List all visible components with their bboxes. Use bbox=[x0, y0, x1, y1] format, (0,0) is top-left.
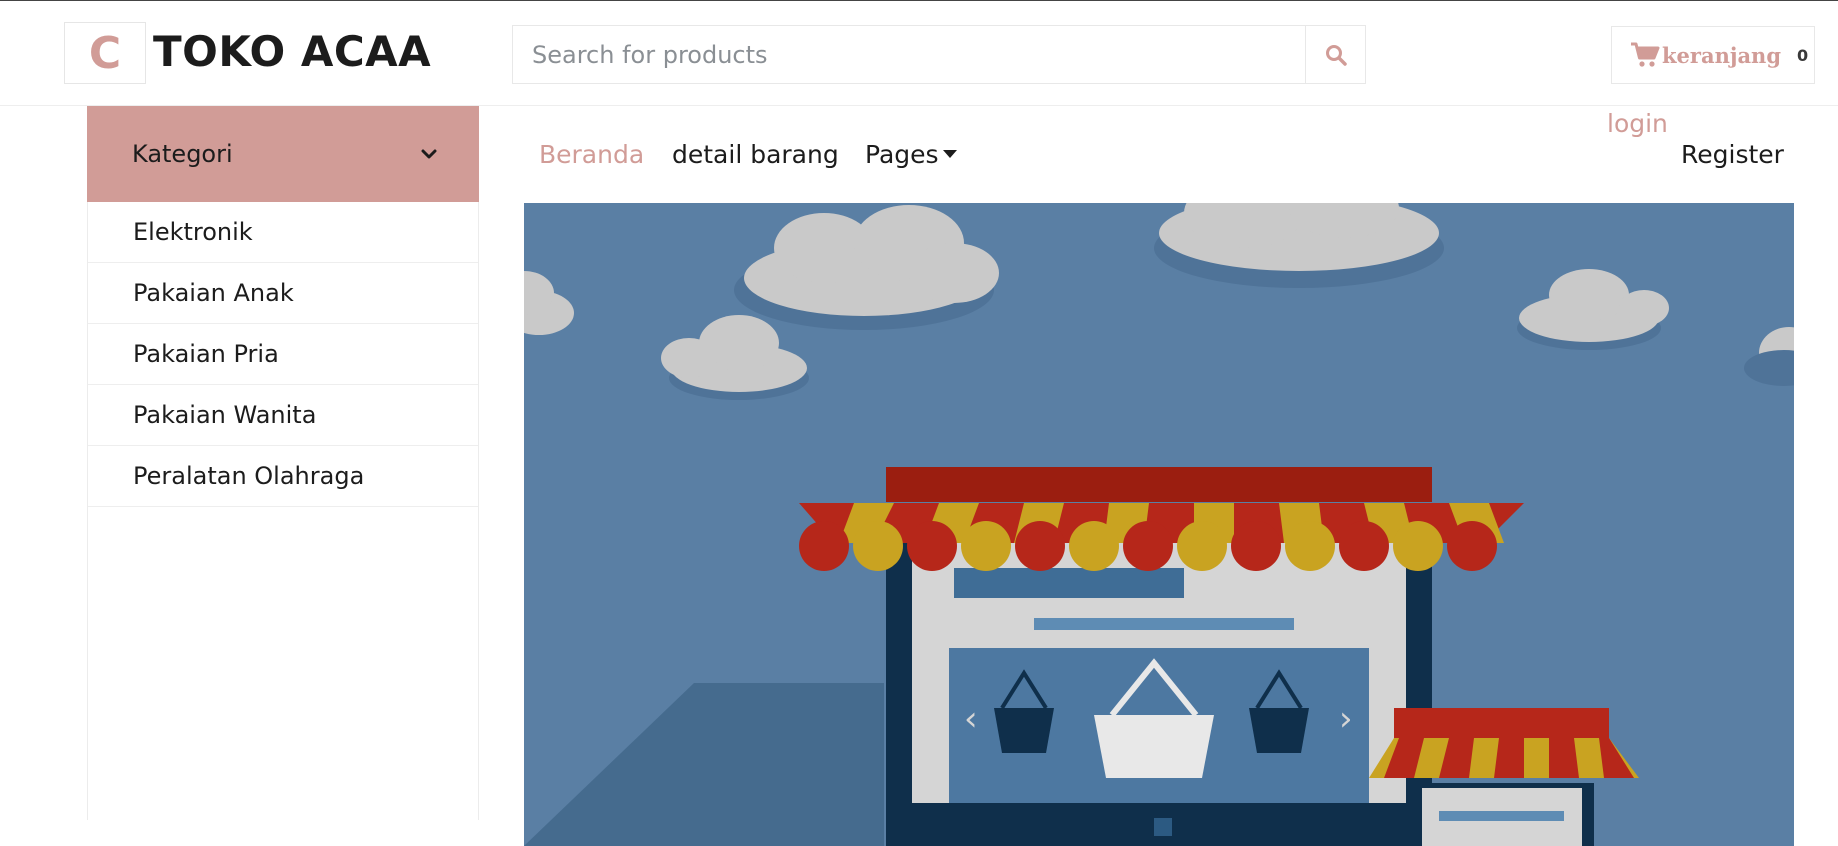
logo-letter: C bbox=[88, 27, 122, 79]
nav-pages-label: Pages bbox=[865, 140, 939, 169]
category-sidebar: Kategori Elektronik Pakaian Anak Pakaian… bbox=[87, 106, 479, 820]
category-item-elektronik[interactable]: Elektronik bbox=[88, 202, 478, 263]
cart-button[interactable]: keranjang 0 bbox=[1611, 26, 1815, 84]
caret-down-icon bbox=[942, 150, 957, 158]
cloud-shape bbox=[1154, 203, 1444, 288]
cart-icon bbox=[1631, 42, 1660, 67]
category-item-peralatan-olahraga[interactable]: Peralatan Olahraga bbox=[88, 446, 478, 507]
search-input[interactable] bbox=[513, 26, 1305, 83]
nav-link-beranda[interactable]: Beranda bbox=[539, 140, 644, 169]
chevron-down-icon bbox=[421, 149, 437, 159]
search-button[interactable] bbox=[1305, 26, 1365, 83]
nav-link-login[interactable]: login bbox=[1607, 109, 1668, 138]
cart-label: keranjang bbox=[1662, 42, 1782, 68]
hero-carousel-banner[interactable]: ‹ › bbox=[524, 203, 1794, 846]
logo-badge[interactable]: C bbox=[64, 22, 146, 84]
category-item-pakaian-anak[interactable]: Pakaian Anak bbox=[88, 263, 478, 324]
nav-link-register[interactable]: Register bbox=[1681, 140, 1784, 169]
chevron-right-icon: › bbox=[1339, 699, 1353, 739]
brand-name[interactable]: TOKO ACAA bbox=[153, 27, 431, 76]
category-item-pakaian-wanita[interactable]: Pakaian Wanita bbox=[88, 385, 478, 446]
cart-count-badge: 0 bbox=[1797, 45, 1809, 65]
category-item-pakaian-pria[interactable]: Pakaian Pria bbox=[88, 324, 478, 385]
category-title: Kategori bbox=[132, 140, 233, 168]
site-header: C TOKO ACAA keranjang 0 bbox=[0, 1, 1838, 106]
nav-dropdown-pages[interactable]: Pages bbox=[865, 140, 957, 169]
category-list: Elektronik Pakaian Anak Pakaian Pria Pak… bbox=[88, 202, 478, 507]
search-icon bbox=[1325, 44, 1347, 66]
nav-link-detail-barang[interactable]: detail barang bbox=[672, 140, 839, 169]
chevron-left-icon: ‹ bbox=[964, 699, 978, 739]
category-toggle[interactable]: Kategori bbox=[87, 106, 479, 202]
hero-banner-illustration: ‹ › bbox=[524, 203, 1794, 846]
search-bar bbox=[512, 25, 1366, 84]
